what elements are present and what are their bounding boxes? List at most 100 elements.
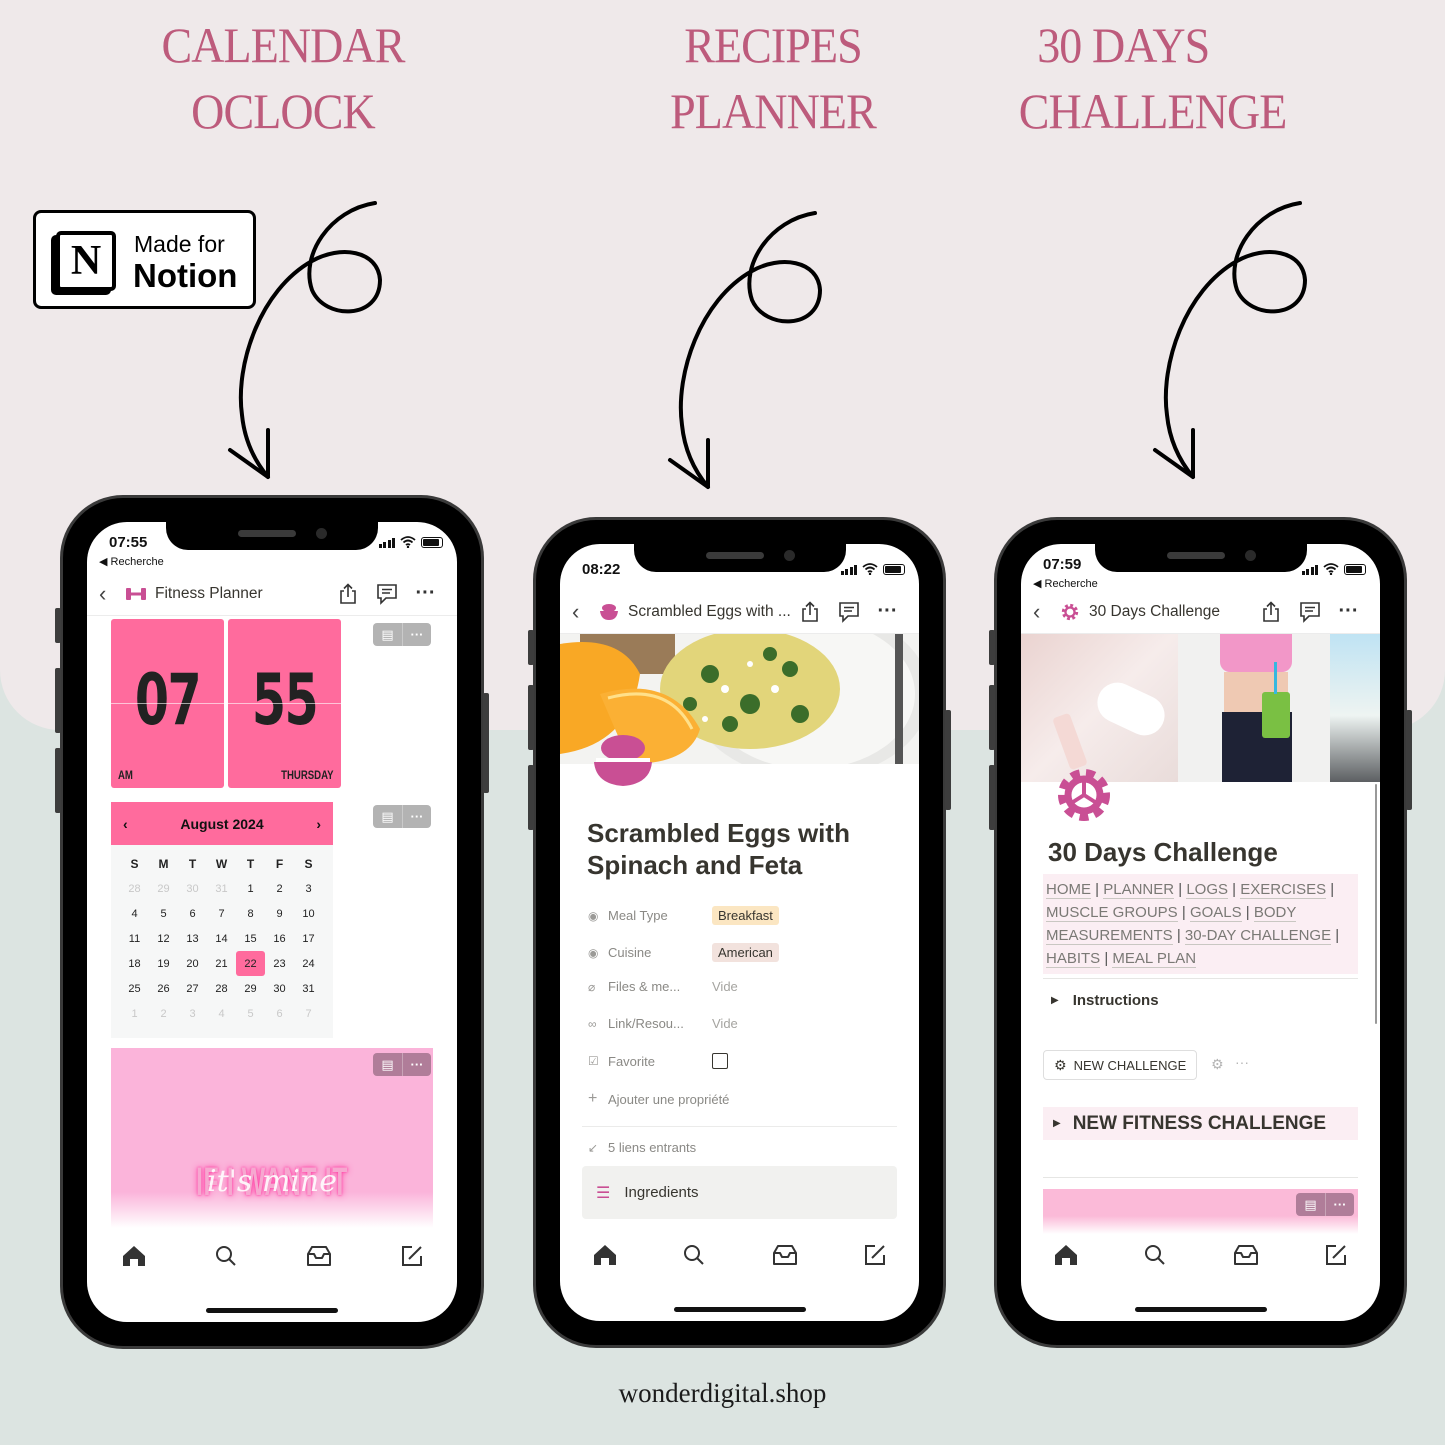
calendar-day[interactable]: 19	[149, 951, 178, 976]
property-link[interactable]: ∞ Link/Resou... Vide	[588, 1016, 738, 1031]
nav-link[interactable]: PLANNER	[1103, 881, 1175, 899]
inbox-icon[interactable]	[771, 1244, 799, 1266]
share-button[interactable]	[790, 600, 829, 623]
block-comment-button[interactable]: ▤	[373, 1053, 402, 1076]
calendar-day[interactable]: 7	[294, 1001, 323, 1026]
block-more-button[interactable]: ···	[402, 805, 431, 828]
property-files[interactable]: ⌀ Files & me... Vide	[588, 979, 738, 994]
search-icon[interactable]	[682, 1243, 706, 1267]
calendar-day[interactable]: 2	[149, 1001, 178, 1026]
calendar-day[interactable]: 14	[207, 926, 236, 951]
button-more-icon[interactable]: ···	[1235, 1054, 1249, 1070]
new-page-icon[interactable]	[1324, 1243, 1348, 1267]
calendar-day[interactable]: 24	[294, 951, 323, 976]
add-property-button[interactable]: + Ajouter une propriété	[588, 1090, 729, 1108]
calendar-day[interactable]: 28	[120, 876, 149, 901]
calendar-day[interactable]: 27	[178, 976, 207, 1001]
share-button[interactable]	[328, 582, 367, 605]
calendar-day[interactable]: 11	[120, 926, 149, 951]
calendar-day[interactable]: 29	[149, 876, 178, 901]
calendar-day[interactable]: 4	[120, 901, 149, 926]
fitness-challenge-toggle[interactable]: ▶ NEW FITNESS CHALLENGE	[1043, 1107, 1358, 1140]
calendar-day[interactable]: 17	[294, 926, 323, 951]
block-comment-button[interactable]: ▤	[1296, 1193, 1325, 1216]
back-to-search-link[interactable]: ◀ Recherche	[99, 555, 164, 568]
more-options-button[interactable]: ···	[868, 600, 907, 623]
favorite-checkbox[interactable]	[712, 1053, 728, 1069]
calendar-day[interactable]: 9	[265, 901, 294, 926]
calendar-day[interactable]: 28	[207, 976, 236, 1001]
share-button[interactable]	[1251, 600, 1290, 623]
inbox-icon[interactable]	[1232, 1244, 1260, 1266]
calendar-day[interactable]: 3	[178, 1001, 207, 1026]
calendar-day[interactable]: 16	[265, 926, 294, 951]
block-comment-button[interactable]: ▤	[373, 805, 402, 828]
calendar-day[interactable]: 4	[207, 1001, 236, 1026]
prev-month-button[interactable]: ‹	[123, 816, 128, 832]
inbox-icon[interactable]	[305, 1245, 333, 1267]
nav-link[interactable]: LOGS	[1186, 881, 1229, 899]
calendar-day[interactable]: 1	[120, 1001, 149, 1026]
calendar-day[interactable]: 2	[265, 876, 294, 901]
calendar-day[interactable]: 6	[178, 901, 207, 926]
back-chevron-icon[interactable]: ‹	[1033, 599, 1059, 625]
property-cuisine[interactable]: ◉ Cuisine American	[588, 943, 779, 962]
property-favorite[interactable]: ☑ Favorite	[588, 1053, 728, 1069]
calendar-day[interactable]: 25	[120, 976, 149, 1001]
calendar-day[interactable]: 31	[207, 876, 236, 901]
calendar-day[interactable]: 29	[236, 976, 265, 1001]
block-comment-button[interactable]: ▤	[373, 623, 402, 646]
calendar-day-today[interactable]: 22	[236, 951, 265, 976]
property-empty-value[interactable]: Vide	[712, 979, 738, 994]
comments-button[interactable]	[1290, 601, 1329, 623]
back-chevron-icon[interactable]: ‹	[99, 581, 125, 607]
nav-link[interactable]: MEAL PLAN	[1112, 950, 1197, 968]
calendar-day[interactable]: 21	[207, 951, 236, 976]
backlinks-button[interactable]: ↙ 5 liens entrants	[588, 1140, 696, 1155]
nav-link[interactable]: HABITS	[1046, 950, 1101, 968]
ingredients-block[interactable]: ☰ Ingredients	[582, 1166, 897, 1219]
block-more-button[interactable]: ···	[402, 623, 431, 646]
scrollbar[interactable]	[1375, 784, 1377, 1024]
home-icon[interactable]	[121, 1244, 147, 1268]
property-tag[interactable]: American	[712, 943, 779, 962]
block-more-button[interactable]: ···	[402, 1053, 431, 1076]
calendar-day[interactable]: 5	[149, 901, 178, 926]
nav-link[interactable]: EXERCISES	[1240, 881, 1327, 899]
new-challenge-button[interactable]: ⚙ NEW CHALLENGE	[1043, 1050, 1198, 1080]
calendar-day[interactable]: 18	[120, 951, 149, 976]
property-empty-value[interactable]: Vide	[712, 1016, 738, 1031]
calendar-day[interactable]: 30	[178, 876, 207, 901]
nav-link[interactable]: GOALS	[1189, 904, 1242, 922]
nav-link[interactable]: 30-DAY CHALLENGE	[1184, 927, 1332, 945]
home-icon[interactable]	[1053, 1243, 1079, 1267]
property-meal-type[interactable]: ◉ Meal Type Breakfast	[588, 906, 779, 925]
calendar-day[interactable]: 3	[294, 876, 323, 901]
new-page-icon[interactable]	[400, 1244, 424, 1268]
next-month-button[interactable]: ›	[316, 816, 321, 832]
search-icon[interactable]	[214, 1244, 238, 1268]
nav-link[interactable]: MUSCLE GROUPS	[1046, 904, 1178, 922]
comments-button[interactable]	[829, 601, 868, 623]
calendar-day[interactable]: 10	[294, 901, 323, 926]
calendar-day[interactable]: 20	[178, 951, 207, 976]
calendar-day[interactable]: 26	[149, 976, 178, 1001]
back-to-search-link[interactable]: ◀ Recherche	[1033, 577, 1098, 590]
calendar-day[interactable]: 30	[265, 976, 294, 1001]
back-chevron-icon[interactable]: ‹	[572, 599, 598, 625]
button-settings-icon[interactable]: ⚙	[1211, 1056, 1224, 1073]
calendar-day[interactable]: 15	[236, 926, 265, 951]
more-options-button[interactable]: ···	[1329, 600, 1368, 623]
calendar-day[interactable]: 5	[236, 1001, 265, 1026]
new-page-icon[interactable]	[863, 1243, 887, 1267]
block-more-button[interactable]: ···	[1325, 1193, 1354, 1216]
calendar-day[interactable]: 23	[265, 951, 294, 976]
calendar-day[interactable]: 12	[149, 926, 178, 951]
more-options-button[interactable]: ···	[406, 582, 445, 605]
property-tag[interactable]: Breakfast	[712, 906, 779, 925]
calendar-day[interactable]: 6	[265, 1001, 294, 1026]
calendar-day[interactable]: 13	[178, 926, 207, 951]
calendar-day[interactable]: 31	[294, 976, 323, 1001]
calendar-day[interactable]: 1	[236, 876, 265, 901]
comments-button[interactable]	[367, 583, 406, 605]
